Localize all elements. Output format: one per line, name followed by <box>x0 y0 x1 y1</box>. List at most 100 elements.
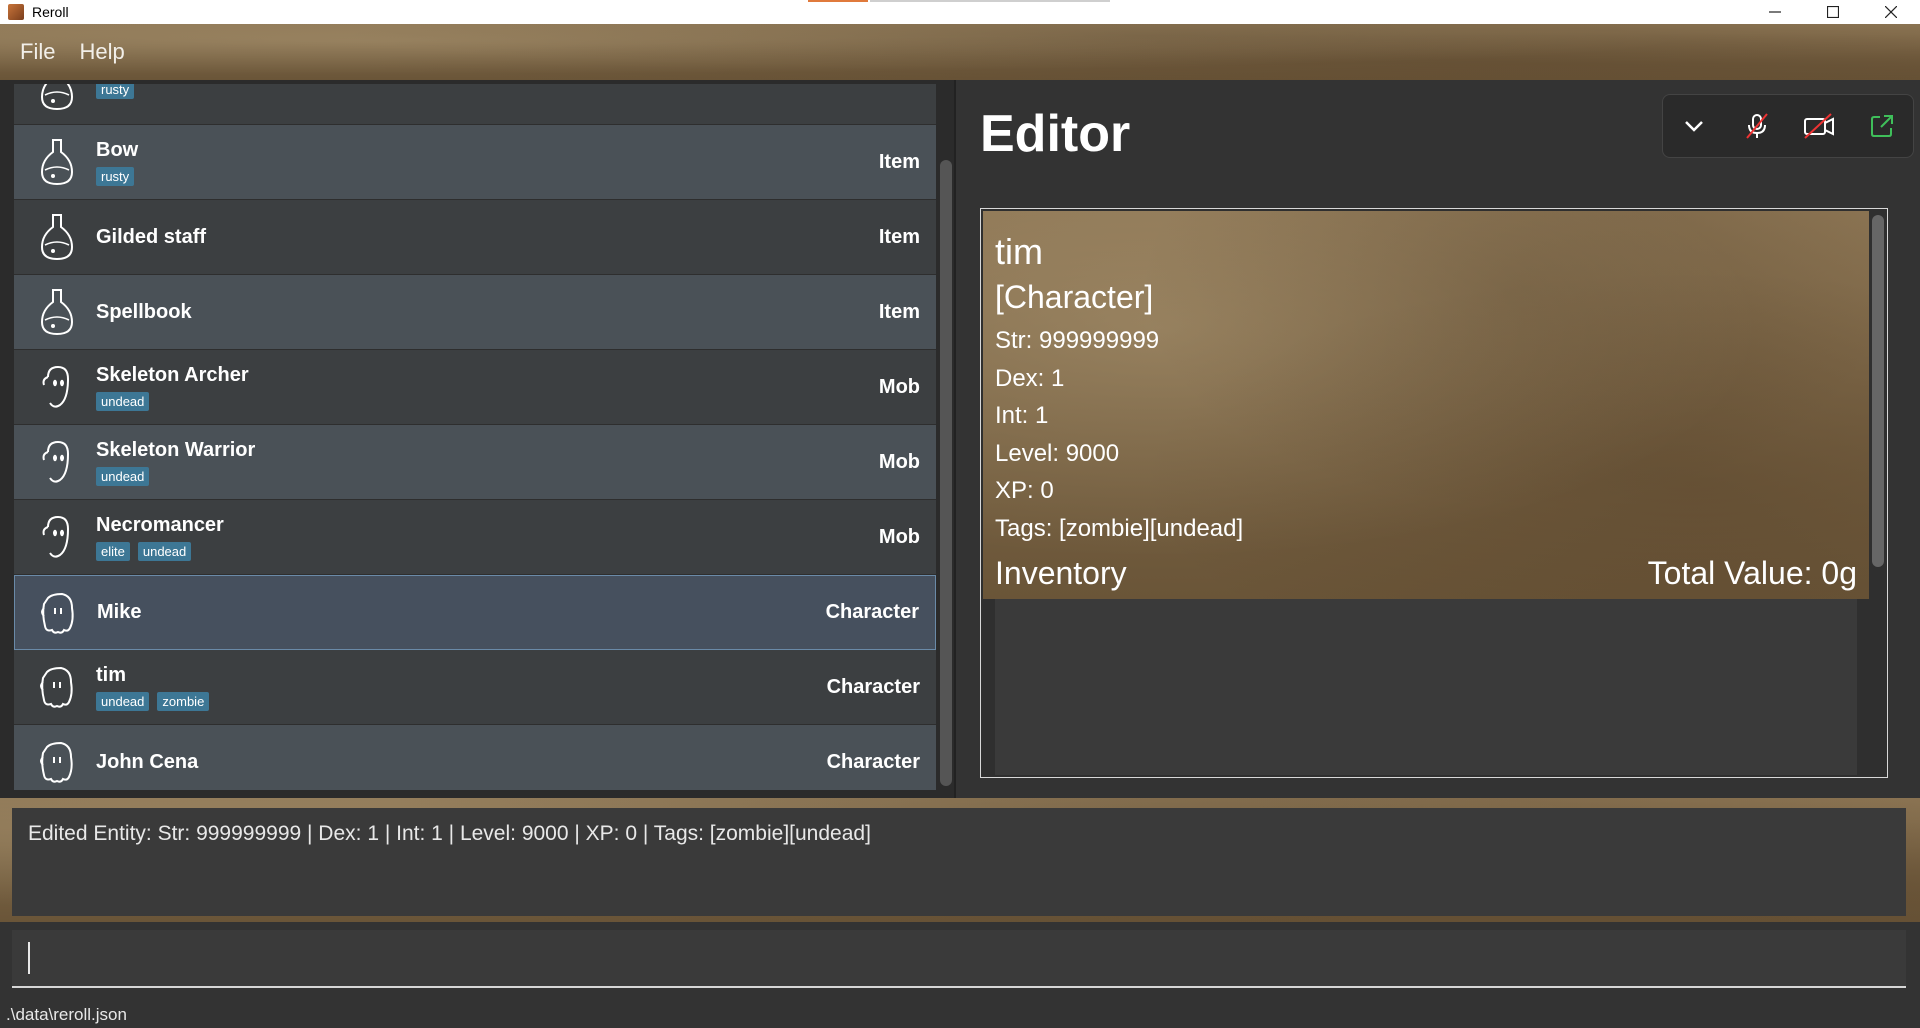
ghost-icon <box>32 509 82 565</box>
menu-help[interactable]: Help <box>67 39 136 65</box>
list-item-type: Item <box>878 225 920 248</box>
list-item-tags: rusty <box>96 166 879 186</box>
potion-icon <box>32 84 82 115</box>
camera-button[interactable] <box>1799 106 1839 146</box>
inventory-label: Inventory <box>995 555 1127 591</box>
external-link-icon <box>1870 115 1893 137</box>
tag-badge: undead <box>96 466 150 486</box>
card-level: Level: 9000 <box>995 439 1120 467</box>
potion-icon <box>32 284 82 340</box>
tag-badge: undead <box>96 391 150 411</box>
list-item-type: Item <box>878 300 920 323</box>
list-item[interactable]: Spellbook Item <box>14 275 936 350</box>
mic-off-icon <box>1745 113 1768 139</box>
list-item-type: Character <box>826 750 920 773</box>
popout-button[interactable] <box>1862 106 1902 146</box>
status-bar: .\data\reroll.json <box>0 1002 1920 1028</box>
ghost-icon <box>32 359 82 415</box>
entity-card: tim [Character] Str: 999999999 Dex: 1 In… <box>983 211 1869 775</box>
text-cursor <box>28 942 30 974</box>
list-item-name: Bow <box>96 138 139 161</box>
list-item-name: tim <box>96 663 126 686</box>
command-input[interactable] <box>12 930 1906 988</box>
list-item-type: Character <box>826 675 920 698</box>
entity-list[interactable]: rusty Bow rusty Item Gilded staff Item Spellbo… <box>14 84 936 790</box>
list-item-type: Mob <box>878 450 920 473</box>
list-item-name: Skeleton Warrior <box>96 438 256 461</box>
card-str: Str: 999999999 <box>995 327 1160 354</box>
menu-bar: File Help <box>0 24 1920 80</box>
list-item-type: Item <box>878 150 920 173</box>
tag-badge: zombie <box>157 691 210 711</box>
list-item[interactable]: Necromancer elite undead Mob <box>14 500 936 575</box>
list-item[interactable]: Bow rusty Item <box>14 125 936 200</box>
mute-button[interactable] <box>1737 106 1777 146</box>
list-item-tags: undead zombie <box>96 691 827 711</box>
list-item-text: Bow rusty <box>96 139 879 186</box>
character-icon <box>32 734 82 790</box>
character-icon <box>32 659 82 715</box>
entity-card-frame: tim [Character] Str: 999999999 Dex: 1 In… <box>980 208 1888 778</box>
collapse-button[interactable] <box>1674 106 1714 146</box>
card-dex: Dex: 1 <box>995 364 1065 392</box>
card-content: tim [Character] Str: 999999999 Dex: 1 In… <box>995 231 1243 547</box>
close-button[interactable] <box>1862 0 1920 24</box>
result-display: Edited Entity: Str: 999999999 | Dex: 1 |… <box>12 808 1906 916</box>
file-path: .\data\reroll.json <box>6 1005 127 1024</box>
maximize-button[interactable] <box>1804 0 1862 24</box>
list-item-name: Necromancer <box>96 513 224 536</box>
inventory-list[interactable] <box>995 599 1857 775</box>
list-item-text: Necromancer elite undead <box>96 514 879 561</box>
command-area <box>0 922 1920 1002</box>
list-item[interactable]: Gilded staff Item <box>14 200 936 275</box>
entity-list-scroll-thumb[interactable] <box>940 160 952 786</box>
list-item-text: rusty <box>96 84 920 99</box>
tag-badge: rusty <box>96 84 135 99</box>
list-item-text: John Cena <box>96 751 827 774</box>
minimize-icon <box>1769 11 1781 13</box>
list-item-name: Skeleton Archer <box>96 363 249 386</box>
minimize-button[interactable] <box>1746 0 1804 24</box>
list-item[interactable]: Mike Character <box>14 575 936 650</box>
list-item-tags: rusty <box>96 84 920 99</box>
list-item[interactable]: rusty <box>14 84 936 125</box>
potion-icon <box>32 209 82 265</box>
tag-badge: undead <box>96 691 150 711</box>
list-item-name: Mike <box>97 601 142 623</box>
list-item[interactable]: John Cena Character <box>14 725 936 790</box>
title-bar: Reroll <box>0 0 1920 24</box>
close-icon <box>1885 6 1897 18</box>
list-item-text: Gilded staff <box>96 226 879 249</box>
card-int: Int: 1 <box>995 402 1049 429</box>
card-name: tim <box>995 231 1043 272</box>
editor-panel: Editor tim [Character] Str: 999999999 De… <box>956 80 1920 798</box>
card-scrollbar[interactable] <box>1869 211 1887 775</box>
list-item-name: John Cena <box>96 750 199 773</box>
card-tags: Tags: [zombie][undead] <box>995 514 1244 542</box>
title-accent-2 <box>870 0 1110 2</box>
list-item-type: Mob <box>878 375 920 398</box>
list-item-name: Spellbook <box>96 300 192 323</box>
list-item-type: Character <box>825 601 919 623</box>
menu-file[interactable]: File <box>8 39 67 65</box>
call-toolbar <box>1662 94 1914 158</box>
tag-badge: elite <box>96 541 130 561</box>
entity-list-scrollbar[interactable] <box>940 80 952 786</box>
camera-off-icon <box>1804 113 1835 139</box>
card-type: [Character] <box>995 279 1154 315</box>
result-area: Edited Entity: Str: 999999999 | Dex: 1 |… <box>0 798 1920 922</box>
tag-badge: undead <box>137 541 192 561</box>
maximize-icon <box>1827 6 1839 18</box>
list-item-tags: undead <box>96 466 879 486</box>
list-item-name: Gilded staff <box>96 225 207 248</box>
card-xp: XP: 0 <box>995 477 1054 504</box>
list-item[interactable]: Skeleton Warrior undead Mob <box>14 425 936 500</box>
ghost-icon <box>32 434 82 490</box>
list-item[interactable]: tim undead zombie Character <box>14 650 936 725</box>
potion-icon <box>32 134 82 190</box>
title-accent <box>808 0 868 2</box>
tag-badge: rusty <box>96 166 135 186</box>
card-scroll-thumb[interactable] <box>1872 215 1884 567</box>
inventory-total-value: Total Value: 0g <box>1647 555 1857 591</box>
list-item[interactable]: Skeleton Archer undead Mob <box>14 350 936 425</box>
